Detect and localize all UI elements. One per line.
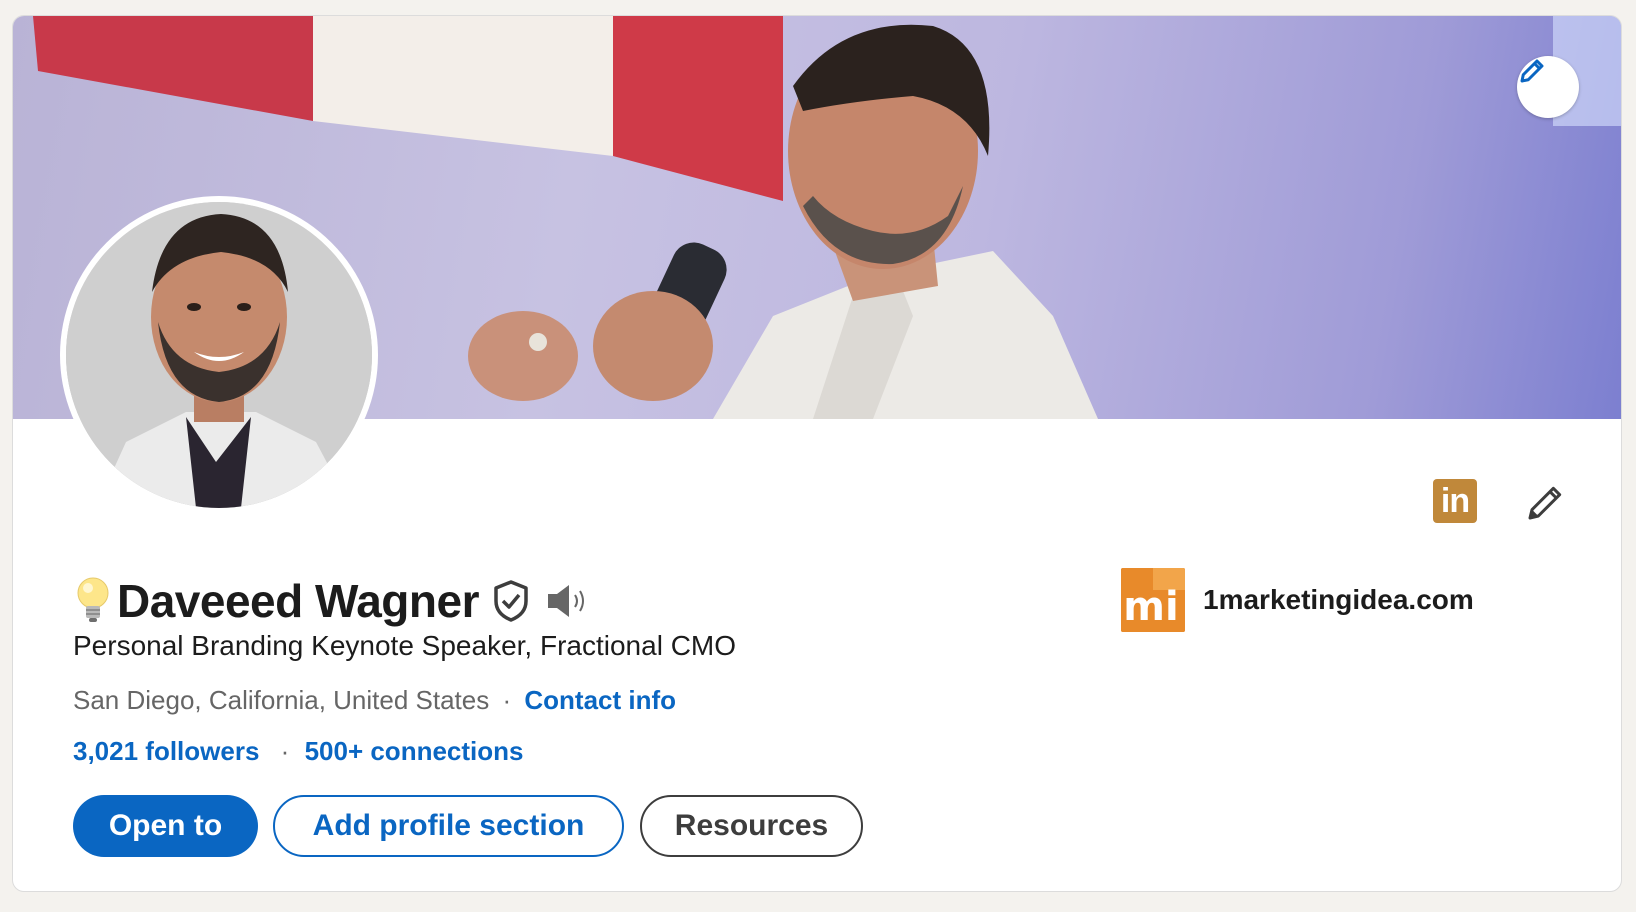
resources-button[interactable]: Resources	[640, 795, 863, 857]
avatar-photo	[66, 202, 372, 508]
edit-profile-button[interactable]	[1521, 479, 1569, 527]
contact-info-link[interactable]: Contact info	[524, 685, 676, 715]
current-company[interactable]: mi 1marketingidea.com	[1121, 568, 1474, 632]
location-row: San Diego, California, United States · C…	[73, 685, 676, 716]
name-row: Daveeed Wagner	[73, 571, 589, 631]
network-stats-row: 3,021 followers · 500+ connections	[73, 736, 523, 767]
avatar-illustration	[66, 202, 372, 508]
connections-link[interactable]: 500+ connections	[305, 736, 524, 766]
separator-dot: ·	[502, 685, 512, 715]
profile-card: in Daveeed Wagner Personal Branding Keyn…	[12, 15, 1622, 892]
profile-avatar[interactable]	[60, 196, 378, 514]
profile-name: Daveeed Wagner	[117, 575, 480, 627]
speaker-icon[interactable]	[545, 581, 589, 621]
shield-check-icon[interactable]	[491, 579, 531, 623]
pencil-icon	[1520, 59, 1544, 83]
add-profile-section-button[interactable]: Add profile section	[273, 795, 624, 857]
edit-cover-button[interactable]	[1517, 56, 1579, 118]
company-name: 1marketingidea.com	[1203, 584, 1474, 615]
pencil-icon	[1528, 486, 1562, 520]
separator-dot: ·	[280, 736, 290, 766]
company-logo-text: mi	[1123, 584, 1178, 630]
company-logo: mi	[1121, 568, 1185, 632]
open-to-button[interactable]: Open to	[73, 795, 258, 857]
profile-location: San Diego, California, United States	[73, 685, 490, 715]
followers-link[interactable]: 3,021 followers	[73, 736, 259, 766]
lightbulb-icon	[77, 577, 109, 622]
linkedin-icon-text: in	[1440, 481, 1470, 520]
profile-headline: Personal Branding Keynote Speaker, Fract…	[73, 630, 737, 661]
company-logo-mark: mi	[1121, 568, 1185, 632]
linkedin-logo-icon[interactable]: in	[1433, 479, 1477, 523]
